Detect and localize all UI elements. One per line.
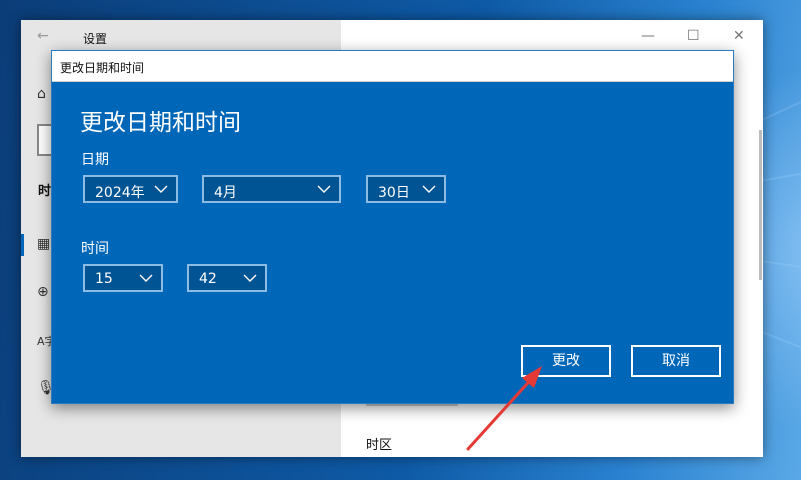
change-date-time-dialog: 更改日期和时间 更改日期和时间 日期 2024年 4月 30日 时间 15 42… xyxy=(51,50,734,404)
date-label: 日期 xyxy=(81,152,109,168)
home-icon[interactable]: ⌂ xyxy=(37,86,46,102)
sidebar-selection-indicator xyxy=(21,234,24,256)
dialog-heading: 更改日期和时间 xyxy=(80,110,241,136)
time-label: 时间 xyxy=(81,241,109,257)
year-value: 2024年 xyxy=(95,185,145,201)
minute-value: 42 xyxy=(199,271,217,287)
chevron-down-icon xyxy=(317,185,331,193)
chevron-down-icon xyxy=(243,274,257,282)
cancel-button[interactable]: 取消 xyxy=(631,345,721,377)
minimize-icon[interactable]: — xyxy=(641,28,655,44)
scrollbar[interactable] xyxy=(759,130,762,280)
chevron-down-icon xyxy=(139,274,153,282)
globe-icon[interactable]: ⊕ xyxy=(37,284,49,300)
day-select[interactable]: 30日 xyxy=(366,175,446,203)
sidebar-heading: 时 xyxy=(38,184,52,199)
chevron-down-icon xyxy=(422,185,436,193)
hour-value: 15 xyxy=(95,271,113,287)
settings-title: 设置 xyxy=(83,32,108,46)
hour-select[interactable]: 15 xyxy=(83,264,163,292)
month-select[interactable]: 4月 xyxy=(202,175,341,203)
change-button[interactable]: 更改 xyxy=(521,345,611,377)
day-value: 30日 xyxy=(378,185,410,201)
dialog-titlebar: 更改日期和时间 xyxy=(52,51,733,82)
maximize-icon[interactable]: ☐ xyxy=(687,28,700,44)
close-icon[interactable]: ✕ xyxy=(733,28,745,44)
calendar-clock-icon[interactable]: ▦ xyxy=(37,236,50,252)
timezone-label: 时区 xyxy=(366,438,393,453)
year-select[interactable]: 2024年 xyxy=(83,175,178,203)
back-arrow-icon[interactable]: ← xyxy=(37,28,49,44)
month-value: 4月 xyxy=(214,185,237,201)
dialog-titlebar-text: 更改日期和时间 xyxy=(60,61,145,75)
chevron-down-icon xyxy=(154,185,168,193)
minute-select[interactable]: 42 xyxy=(187,264,267,292)
